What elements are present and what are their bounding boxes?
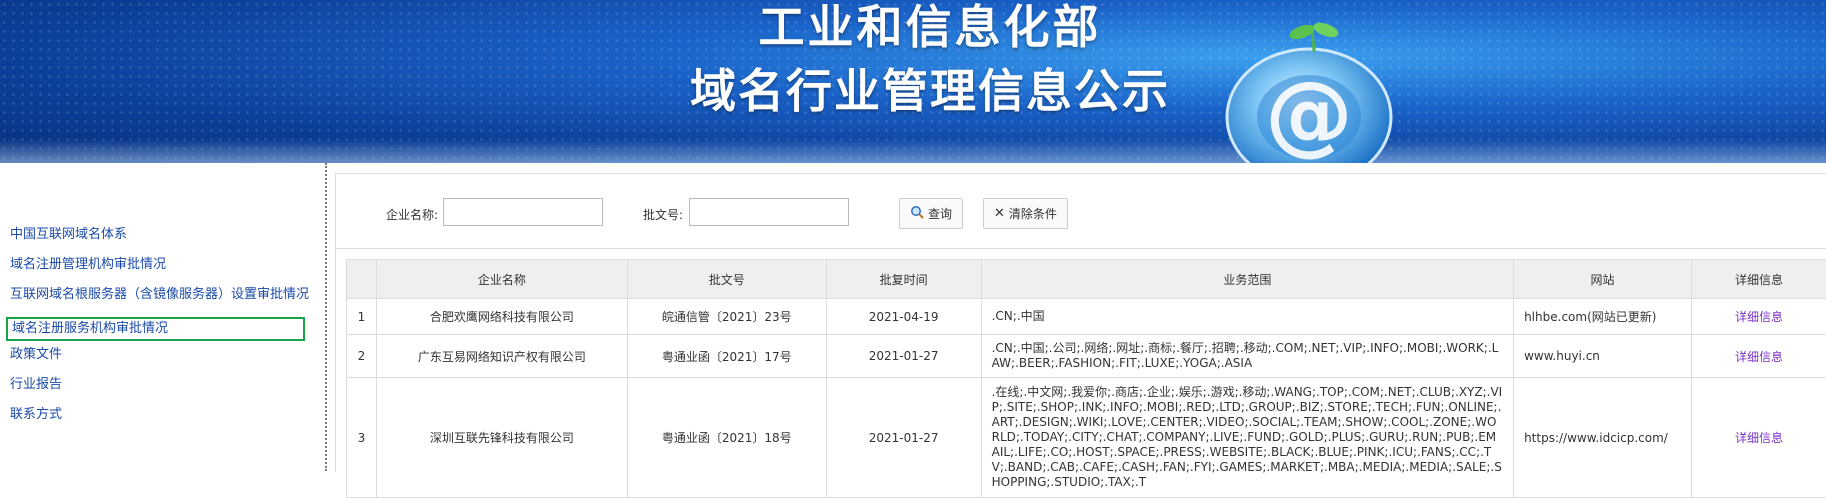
close-icon: ✕ [994, 206, 1005, 221]
banner-stripe [0, 139, 1826, 163]
company-name-label: 企业名称: [386, 206, 438, 223]
clear-conditions-button[interactable]: ✕ 清除条件 [983, 198, 1068, 229]
details-cell: 详细信息 [1691, 299, 1826, 335]
website: www.huyi.cn [1514, 335, 1692, 378]
filter-bar: 企业名称: 批文号: 查询 ✕ 清除条件 [336, 174, 1826, 249]
business-scope: .CN;.中国;.公司;.网络;.网址;.商标;.餐厅;.招聘;.移动;.COM… [981, 335, 1513, 378]
row-index: 2 [347, 335, 377, 378]
search-button[interactable]: 查询 [899, 198, 963, 229]
business-scope: .在线;.中文网;.我爱你;.商店;.企业;.娱乐;.游戏;.移动;.WANG;… [981, 378, 1513, 498]
col-header-company: 企业名称 [376, 260, 627, 299]
approval-number-input[interactable] [689, 198, 849, 226]
approval-number: 皖通信管〔2021〕23号 [627, 299, 826, 335]
company-name: 合肥欢鹰网络科技有限公司 [376, 299, 627, 335]
company-name: 深圳互联先锋科技有限公司 [376, 378, 627, 498]
magnifier-icon [910, 205, 924, 223]
main-panel: 企业名称: 批文号: 查询 ✕ 清除条件 [335, 173, 1826, 472]
header-banner: 工业和信息化部 域名行业管理信息公示 @ [0, 0, 1826, 163]
company-name-input[interactable] [443, 198, 603, 226]
sidebar-item-root-server-approval[interactable]: 互联网域名根服务器（含镜像服务器）设置审批情况 [10, 287, 309, 317]
approval-number-label: 批文号: [643, 206, 683, 223]
table-row: 2 广东互易网络知识产权有限公司 粤通业函〔2021〕17号 2021-01-2… [347, 335, 1826, 378]
company-name: 广东互易网络知识产权有限公司 [376, 335, 627, 378]
details-link[interactable]: 详细信息 [1735, 431, 1783, 445]
approval-date: 2021-04-19 [826, 299, 981, 335]
sidebar-item-industry-reports[interactable]: 行业报告 [10, 377, 309, 407]
row-index: 1 [347, 299, 377, 335]
registrar-table: 企业名称 批文号 批复时间 业务范围 网站 详细信息 1 合肥欢鹰网络科技有限公… [346, 259, 1826, 498]
col-header-details: 详细信息 [1691, 260, 1826, 299]
banner-title-subtitle: 域名行业管理信息公示 [690, 68, 1170, 114]
sidebar-nav: 中国互联网域名体系 域名注册管理机构审批情况 互联网域名根服务器（含镜像服务器）… [10, 227, 309, 437]
details-cell: 详细信息 [1691, 335, 1826, 378]
sidebar-item-registrar-approval[interactable]: 域名注册服务机构审批情况 [6, 317, 305, 341]
details-cell: 详细信息 [1691, 378, 1826, 498]
details-link[interactable]: 详细信息 [1735, 310, 1783, 324]
table-row: 1 合肥欢鹰网络科技有限公司 皖通信管〔2021〕23号 2021-04-19 … [347, 299, 1826, 335]
at-sign-logo-icon: @ [1214, 22, 1414, 163]
banner-titles: 工业和信息化部 域名行业管理信息公示 [690, 0, 1170, 114]
details-link[interactable]: 详细信息 [1735, 350, 1783, 364]
banner-title-ministry: 工业和信息化部 [690, 4, 1170, 50]
approval-date: 2021-01-27 [826, 335, 981, 378]
sidebar-item-policy-documents[interactable]: 政策文件 [10, 347, 309, 377]
sidebar: 中国互联网域名体系 域名注册管理机构审批情况 互联网域名根服务器（含镜像服务器）… [0, 163, 327, 471]
col-header-business-scope: 业务范围 [981, 260, 1513, 299]
sidebar-item-contact[interactable]: 联系方式 [10, 407, 309, 437]
svg-text:@: @ [1265, 62, 1353, 163]
website: https://www.idcicp.com/ [1514, 378, 1692, 498]
sidebar-item-domain-system[interactable]: 中国互联网域名体系 [10, 227, 309, 257]
sidebar-item-registry-approval[interactable]: 域名注册管理机构审批情况 [10, 257, 309, 287]
table-header-row: 企业名称 批文号 批复时间 业务范围 网站 详细信息 [347, 260, 1826, 299]
row-index: 3 [347, 378, 377, 498]
business-scope: .CN;.中国 [981, 299, 1513, 335]
col-header-approval-date: 批复时间 [826, 260, 981, 299]
approval-number: 粤通业函〔2021〕18号 [627, 378, 826, 498]
col-header-approval-no: 批文号 [627, 260, 826, 299]
col-header-website: 网站 [1514, 260, 1692, 299]
clear-button-label: 清除条件 [1009, 205, 1057, 222]
search-button-label: 查询 [928, 205, 952, 222]
approval-date: 2021-01-27 [826, 378, 981, 498]
approval-number: 粤通业函〔2021〕17号 [627, 335, 826, 378]
table-row: 3 深圳互联先锋科技有限公司 粤通业函〔2021〕18号 2021-01-27 … [347, 378, 1826, 498]
col-header-index [347, 260, 377, 299]
website: hlhbe.com(网站已更新) [1514, 299, 1692, 335]
